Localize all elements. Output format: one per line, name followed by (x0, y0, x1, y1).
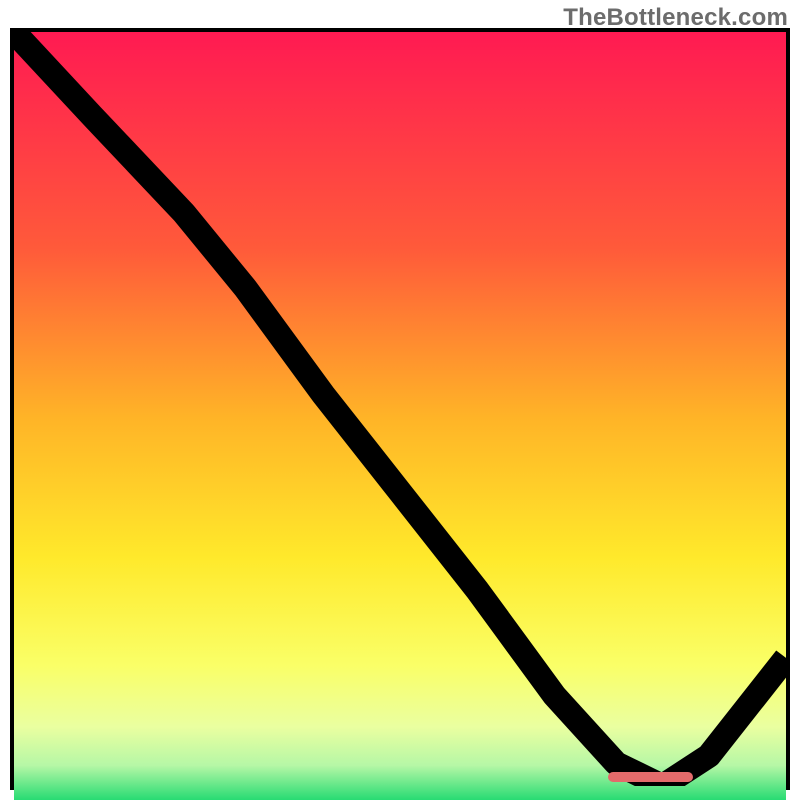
bottleneck-curve (14, 32, 786, 786)
chart-stage: TheBottleneck.com (0, 0, 800, 800)
plot-frame (10, 28, 790, 790)
optimal-range-marker (608, 772, 693, 782)
